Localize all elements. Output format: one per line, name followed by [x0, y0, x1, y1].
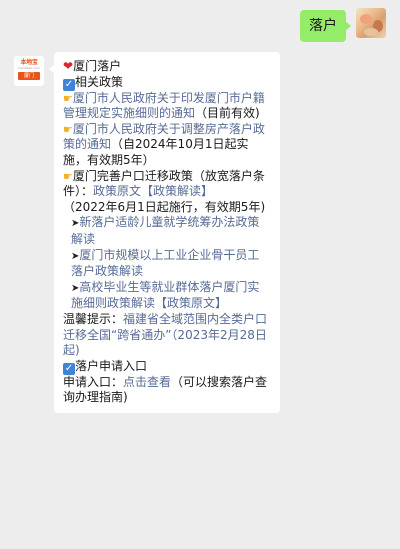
apply-heading-line: ✓ 落户申请入口 [63, 359, 270, 375]
reply-bubble: ❤厦门落户 ✓ 相关政策 ☛厦门市人民政府关于印发厦门市户籍管理规定实施细则的通知… [49, 52, 280, 413]
policy-item-2: ☛厦门市人民政府关于调整房产落户政策的通知（自2024年10月1日起实施，有效期… [63, 122, 270, 169]
check-icon: ✓ [63, 362, 75, 375]
incoming-message: 本地宝 bendibao.com 厦门 ❤厦门落户 ✓ 相关政策 ☛厦门市人民政府… [14, 52, 280, 413]
account-avatar[interactable]: 本地宝 bendibao.com 厦门 [14, 56, 44, 86]
policy-heading-line: ✓ 相关政策 [63, 75, 270, 91]
policy-link-3b[interactable]: 【政策解读】 [141, 184, 213, 198]
sub-link-1[interactable]: 新落户适龄儿童就学统筹办法政策解读 [71, 215, 259, 246]
policy-heading: 相关政策 [75, 74, 124, 89]
sub-item-1: ➤新落户适龄儿童就学统筹办法政策解读 [63, 215, 270, 247]
logo-sub: bendibao.com [18, 66, 40, 70]
sub-link-2[interactable]: 厦门市规模以上工业企业骨干员工落户政策解读 [71, 248, 259, 279]
sub-link-3b[interactable]: 【政策原文】 [155, 296, 227, 310]
apply-label: 申请入口： [63, 374, 124, 389]
policy-note-3: （2022年6月1日起施行，有效期5年) [63, 199, 266, 214]
outgoing-bubble[interactable]: 落户 [300, 10, 351, 42]
apply-line: 申请入口：点击查看（可以搜索落户查询办理指南) [63, 375, 270, 406]
apply-heading: 落户申请入口 [75, 358, 148, 373]
hand-point-icon: ☛ [63, 91, 73, 105]
logo-city: 厦门 [18, 72, 40, 80]
policy-note-1: （目前有效) [195, 106, 260, 121]
policy-item-3: ☛厦门完善户口迁移政策（放宽落户条件）：政策原文【政策解读】 [63, 169, 270, 200]
logo-name: 本地宝 [20, 59, 38, 66]
tip-label: 温馨提示： [63, 311, 124, 326]
policy-item-1: ☛厦门市人民政府关于印发厦门市户籍管理规定实施细则的通知（目前有效) [63, 91, 270, 122]
reply-title: 厦门落户 [73, 59, 122, 73]
sub-item-3: ➤高校毕业生等就业群体落户厦门实施细则政策解读【政策原文】 [63, 280, 270, 312]
hand-point-icon: ☛ [63, 122, 73, 136]
user-avatar[interactable] [356, 8, 386, 38]
outgoing-message: 落户 [300, 8, 386, 42]
tip-line: 温馨提示：福建省全域范围内全类户口迁移全国“跨省通办”（2023年2月28日起) [63, 312, 270, 359]
heart-icon: ❤ [63, 59, 74, 73]
hand-point-icon: ☛ [63, 169, 73, 183]
reply-title-line: ❤厦门落户 [63, 59, 270, 75]
outgoing-text: 落户 [309, 18, 337, 34]
policy-link-3a[interactable]: 政策原文 [93, 184, 141, 198]
apply-link[interactable]: 点击查看 [123, 375, 171, 389]
sub-item-2: ➤厦门市规模以上工业企业骨干员工落户政策解读 [63, 248, 270, 280]
check-icon: ✓ [63, 78, 75, 91]
